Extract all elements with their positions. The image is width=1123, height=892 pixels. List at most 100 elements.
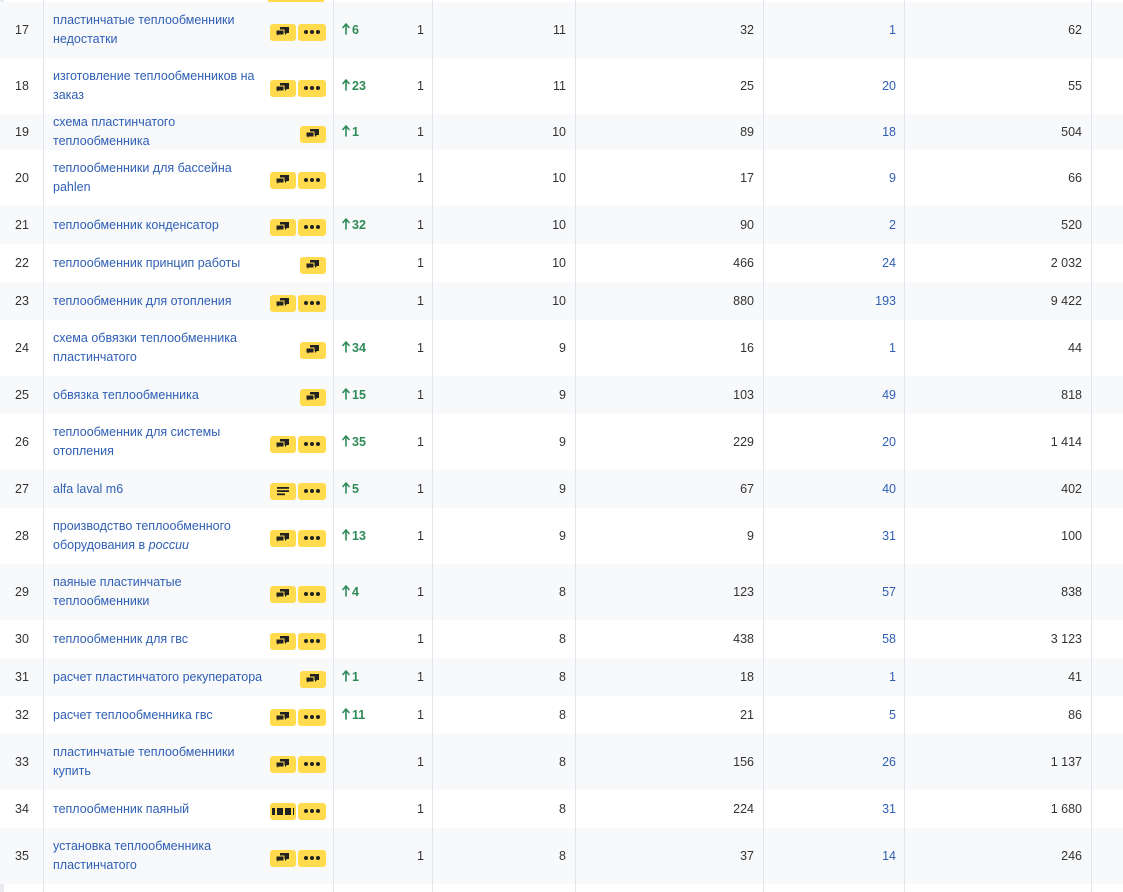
chat-bubbles-icon	[275, 26, 291, 38]
metric-col-c: 18	[740, 670, 754, 684]
keyword-italic-text: россии	[148, 538, 189, 552]
metric-col-a: 1	[417, 482, 424, 496]
keyword-link[interactable]: установка теплообменника пластинчатого	[53, 837, 268, 875]
keyword-link[interactable]: производство теплообменного оборудования…	[53, 517, 268, 555]
metric-col-d[interactable]: 49	[764, 376, 896, 414]
more-button[interactable]	[298, 79, 326, 97]
metric-col-d[interactable]: 1	[764, 658, 896, 696]
keyword-link[interactable]: расчет пластинчатого рекуператора	[53, 668, 262, 687]
metric-col-e: 1 137	[1050, 755, 1082, 769]
keyword-link[interactable]: alfa laval m6	[53, 480, 123, 499]
metric-col-d[interactable]: 18	[764, 114, 896, 150]
chat-bubbles-button[interactable]	[300, 388, 326, 406]
chat-bubbles-icon	[275, 82, 291, 94]
metric-col-d[interactable]: 57	[764, 564, 896, 620]
chat-bubbles-button[interactable]	[270, 218, 296, 236]
metric-col-e: 44	[1068, 341, 1082, 355]
metric-col-e: 41	[1068, 670, 1082, 684]
more-dots-icon	[303, 535, 321, 541]
position-change	[334, 282, 394, 320]
keyword-link[interactable]: схема обвязки теплообменника пластинчато…	[53, 329, 268, 367]
chat-bubbles-button[interactable]	[300, 670, 326, 688]
keyword-link[interactable]: теплообменник для отопления	[53, 292, 232, 311]
keyword-link[interactable]: теплообменники для бассейна pahlen	[53, 159, 268, 197]
chat-bubbles-button[interactable]	[270, 79, 296, 97]
metric-col-d[interactable]: 20	[764, 58, 896, 114]
filmstrip-button[interactable]	[270, 802, 296, 820]
chat-bubbles-button[interactable]	[270, 585, 296, 603]
chat-bubbles-button[interactable]	[270, 171, 296, 189]
more-button[interactable]	[298, 802, 326, 820]
metric-col-d[interactable]: 26	[764, 734, 896, 790]
metric-col-b: 9	[559, 388, 566, 402]
more-dots-icon	[303, 591, 321, 597]
keyword-link[interactable]: схема пластинчатого теплообменника	[53, 113, 268, 151]
more-button[interactable]	[298, 708, 326, 726]
keyword-link[interactable]: теплообменник конденсатор	[53, 216, 219, 235]
keyword-link[interactable]: теплообменник для системы отопления	[53, 423, 268, 461]
metric-col-e: 3 123	[1050, 632, 1082, 646]
row-number: 19	[15, 125, 29, 139]
arrow-up-icon	[342, 669, 350, 685]
more-button[interactable]	[298, 23, 326, 41]
chat-bubbles-button[interactable]	[300, 341, 326, 359]
more-button[interactable]	[298, 435, 326, 453]
metric-col-b: 10	[552, 125, 566, 139]
metric-col-d[interactable]: 58	[764, 620, 896, 658]
metric-col-d[interactable]: 1	[764, 2, 896, 58]
row-number: 24	[15, 341, 29, 355]
position-change: 11	[334, 696, 394, 734]
keyword-link[interactable]: обвязка теплообменника	[53, 386, 199, 405]
keyword-link[interactable]: теплообменник паяный	[53, 800, 189, 819]
more-dots-icon	[303, 761, 321, 767]
metric-col-d[interactable]: 31	[764, 508, 896, 564]
keyword-link[interactable]: пластинчатые теплообменники недостатки	[53, 11, 268, 49]
metric-col-d[interactable]: 193	[764, 282, 896, 320]
chat-bubbles-button[interactable]	[270, 849, 296, 867]
more-button[interactable]	[298, 171, 326, 189]
metric-col-d[interactable]: 40	[764, 470, 896, 508]
keyword-link[interactable]: изготовление теплообменников на заказ	[53, 67, 268, 105]
metric-col-c: 224	[733, 802, 754, 816]
chat-bubbles-button[interactable]	[270, 435, 296, 453]
keyword-link[interactable]: паяные пластинчатые теплообменники	[53, 573, 268, 611]
more-button[interactable]	[298, 294, 326, 312]
chat-bubbles-button[interactable]	[270, 755, 296, 773]
metric-col-d[interactable]: 1	[764, 320, 896, 376]
more-button[interactable]	[298, 218, 326, 236]
chat-bubbles-button[interactable]	[300, 125, 326, 143]
chat-bubbles-button[interactable]	[270, 294, 296, 312]
chat-bubbles-button[interactable]	[270, 23, 296, 41]
more-button[interactable]	[298, 632, 326, 650]
metric-col-b: 10	[552, 218, 566, 232]
chat-bubbles-button[interactable]	[270, 529, 296, 547]
metric-col-d[interactable]: 20	[764, 414, 896, 470]
position-change: 35	[334, 414, 394, 470]
metric-col-d[interactable]: 14	[764, 828, 896, 884]
keyword-link[interactable]: теплообменник принцип работы	[53, 254, 240, 273]
chat-bubbles-button[interactable]	[270, 708, 296, 726]
metric-col-c: 25	[740, 79, 754, 93]
metric-col-d[interactable]: 9	[764, 150, 896, 206]
metric-col-d[interactable]: 5	[764, 696, 896, 734]
metric-col-d[interactable]: 24	[764, 244, 896, 282]
position-change: 6	[334, 2, 394, 58]
more-button[interactable]	[298, 482, 326, 500]
position-change: 34	[334, 320, 394, 376]
metric-col-e: 504	[1061, 125, 1082, 139]
chat-bubbles-button[interactable]	[300, 256, 326, 274]
more-button[interactable]	[298, 585, 326, 603]
more-button[interactable]	[298, 755, 326, 773]
more-button[interactable]	[298, 529, 326, 547]
text-lines-button[interactable]	[270, 482, 296, 500]
more-dots-icon	[303, 855, 321, 861]
metric-col-b: 8	[559, 802, 566, 816]
keyword-link[interactable]: пластинчатые теплообменники купить	[53, 743, 268, 781]
chat-bubbles-button[interactable]	[270, 632, 296, 650]
keyword-link[interactable]: расчет теплообменника гвс	[53, 706, 213, 725]
more-button[interactable]	[298, 849, 326, 867]
metric-col-d[interactable]: 31	[764, 790, 896, 828]
table-row: 32 расчет теплообменника гвс 11 1 8 21 5 86	[0, 696, 1123, 734]
metric-col-d[interactable]: 2	[764, 206, 896, 244]
keyword-link[interactable]: теплообменник для гвс	[53, 630, 188, 649]
